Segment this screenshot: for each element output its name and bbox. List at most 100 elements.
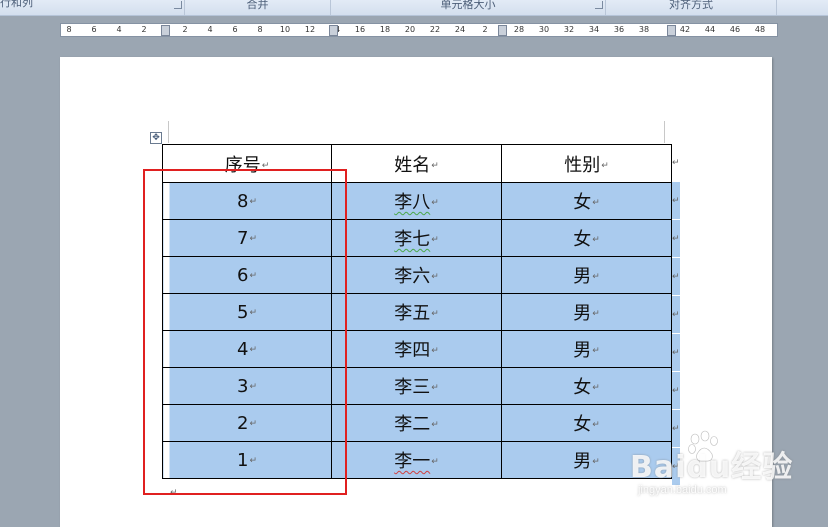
ribbon-group-rows-cols[interactable]: 行和列	[0, 0, 185, 15]
cell-gender[interactable]: 女↵	[501, 182, 672, 220]
cell-index[interactable]: 7↵	[162, 219, 332, 257]
row-end-mark: ↵	[672, 157, 680, 167]
paragraph-mark: ↵	[249, 270, 257, 281]
table-row: 4↵ 李四↵ 男↵	[162, 330, 672, 368]
cell-gender[interactable]: 女↵	[501, 367, 672, 405]
header-cell-name[interactable]: 姓名↵	[331, 144, 502, 183]
table-header-row: 序号↵ 姓名↵ 性别↵	[162, 144, 672, 183]
column-marker-handle[interactable]	[667, 25, 676, 36]
cell-text: 李七	[394, 229, 431, 250]
ribbon-group-label: 行和列	[0, 0, 33, 9]
cell-gender[interactable]: 女↵	[501, 404, 672, 442]
header-label: 序号	[224, 154, 261, 176]
cell-gender[interactable]: 男↵	[501, 293, 672, 331]
table-row: 1↵ 李一↵ 男↵	[162, 441, 672, 479]
cell-name[interactable]: 李六↵	[331, 256, 502, 294]
row-end-mark: ↵	[672, 258, 680, 295]
cell-name[interactable]: 李五↵	[331, 293, 502, 331]
column-marker-handle[interactable]	[329, 25, 338, 36]
ruler-tick-label: 38	[638, 25, 650, 34]
column-marker-handle[interactable]	[161, 25, 170, 36]
cell-index[interactable]: 2↵	[162, 404, 332, 442]
row-end-mark: ↵	[672, 372, 680, 409]
cell-text: 李一	[394, 451, 431, 472]
header-label: 姓名	[394, 154, 431, 176]
cell-index[interactable]: 3↵	[162, 367, 332, 405]
cell-name[interactable]: 李四↵	[331, 330, 502, 368]
ribbon-group-bar: 行和列 合并 单元格大小 对齐方式	[0, 0, 828, 16]
dialog-launcher-icon[interactable]	[595, 1, 603, 9]
ruler-tick-label: 24	[454, 25, 466, 34]
header-cell-index[interactable]: 序号↵	[162, 144, 332, 183]
cell-index[interactable]: 8↵	[162, 182, 332, 220]
dialog-launcher-icon[interactable]	[174, 1, 182, 9]
cell-name[interactable]: 李三↵	[331, 367, 502, 405]
cell-text: 李六	[394, 266, 431, 287]
cell-text: 4	[237, 338, 249, 360]
ruler-tick-label: 12	[304, 25, 316, 34]
cell-gender[interactable]: 男↵	[501, 256, 672, 294]
row-end-mark: ↵	[672, 334, 680, 371]
paragraph-mark: ↵	[431, 160, 439, 171]
paragraph-mark: ↵	[249, 455, 257, 466]
cell-name[interactable]: 李八↵	[331, 182, 502, 220]
ruler-tick-label: 44	[704, 25, 716, 34]
margin-corner-mark	[168, 121, 169, 143]
paragraph-mark: ↵	[592, 457, 600, 467]
ruler-tick-label: 22	[429, 25, 441, 34]
cell-text: 3	[237, 375, 249, 397]
table-row: 3↵ 李三↵ 女↵	[162, 367, 672, 405]
ruler-tick-label: 20	[404, 25, 416, 34]
cell-text: 李五	[394, 303, 431, 324]
cell-index[interactable]: 5↵	[162, 293, 332, 331]
data-table[interactable]: 序号↵ 姓名↵ 性别↵ 8↵ 李八↵ 女↵ 7↵ 李七↵ 女↵ 6↵ 李六↵ 男…	[162, 144, 672, 479]
cell-text: 男	[573, 303, 592, 324]
cell-gender[interactable]: 男↵	[501, 330, 672, 368]
ruler-tick-label: 4	[207, 25, 213, 34]
column-marker-handle[interactable]	[498, 25, 507, 36]
cell-name[interactable]: 李一↵	[331, 441, 502, 479]
table-row: 5↵ 李五↵ 男↵	[162, 293, 672, 331]
paragraph-mark: ↵	[592, 272, 600, 282]
cell-index[interactable]: 4↵	[162, 330, 332, 368]
ruler-tick-label: 8	[66, 25, 72, 34]
paragraph-mark: ↵	[249, 307, 257, 318]
paragraph-mark: ↵	[431, 198, 439, 208]
cell-text: 李三	[394, 377, 431, 398]
ribbon-group-cell-size[interactable]: 单元格大小	[331, 0, 606, 15]
table-move-handle-icon[interactable]: ✥	[150, 132, 162, 144]
cell-text: 李二	[394, 414, 431, 435]
ruler-tick-label: 2	[141, 25, 147, 34]
paragraph-mark: ↵	[431, 309, 439, 319]
ribbon-group-label: 对齐方式	[669, 0, 713, 11]
ruler-tick-label: 6	[232, 25, 238, 34]
cell-text: 5	[237, 301, 249, 323]
cell-text: 男	[573, 340, 592, 361]
ruler-tick-label: 42	[679, 25, 691, 34]
paragraph-mark: ↵	[249, 344, 257, 355]
horizontal-ruler[interactable]: 8642246810121416182022242283032343638424…	[60, 23, 778, 37]
cell-index[interactable]: 1↵	[162, 441, 332, 479]
cell-name[interactable]: 李二↵	[331, 404, 502, 442]
cell-gender[interactable]: 男↵	[501, 441, 672, 479]
paragraph-mark: ↵	[592, 309, 600, 319]
cell-text: 女	[573, 192, 592, 213]
cell-gender[interactable]: 女↵	[501, 219, 672, 257]
row-end-mark: ↵	[672, 220, 680, 257]
ribbon-group-label: 合并	[246, 0, 269, 11]
ruler-tick-label: 18	[379, 25, 391, 34]
header-cell-gender[interactable]: 性别↵	[501, 144, 672, 183]
ribbon-group-merge[interactable]: 合并	[185, 0, 331, 15]
table-row: 7↵ 李七↵ 女↵	[162, 219, 672, 257]
ruler-tick-label: 16	[354, 25, 366, 34]
document-page[interactable]: ✥ 序号↵ 姓名↵ 性别↵ 8↵ 李八↵ 女↵ 7↵ 李七↵ 女↵ 6↵ 李六↵…	[60, 57, 772, 527]
cell-text: 女	[573, 377, 592, 398]
ribbon-group-alignment[interactable]: 对齐方式	[606, 0, 777, 15]
ribbon-group-label: 单元格大小	[440, 0, 496, 11]
cell-text: 8	[237, 190, 249, 212]
cell-text: 女	[573, 414, 592, 435]
cell-index[interactable]: 6↵	[162, 256, 332, 294]
ruler-tick-label: 6	[91, 25, 97, 34]
paragraph-mark: ↵	[592, 198, 600, 208]
cell-name[interactable]: 李七↵	[331, 219, 502, 257]
